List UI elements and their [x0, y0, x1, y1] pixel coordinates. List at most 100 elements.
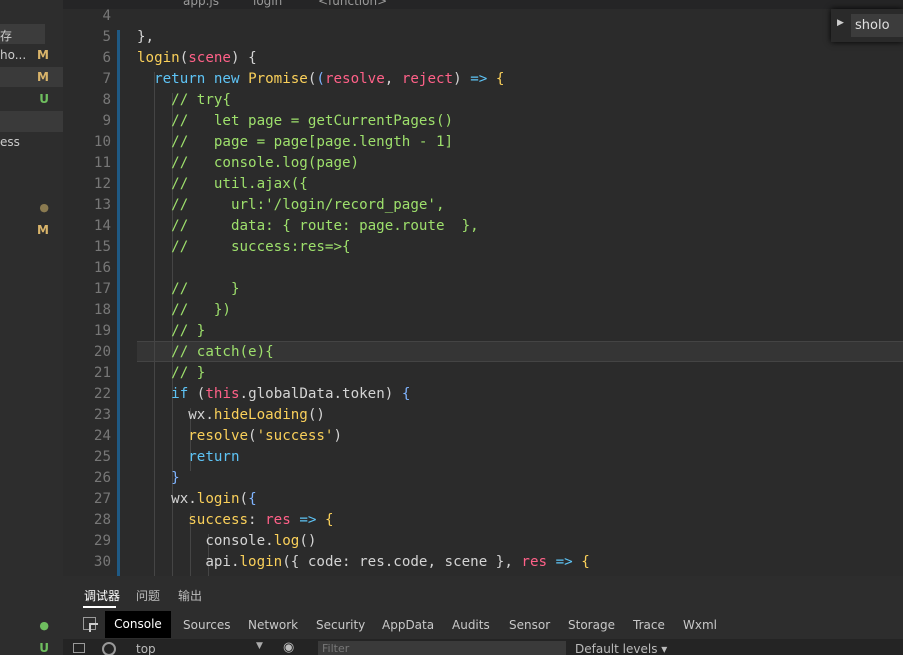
changed-file-item[interactable]: ho... M [0, 45, 63, 65]
code-text: // util.ajax({ [137, 174, 308, 195]
code-line[interactable]: 23 wx.hideLoading() [63, 405, 903, 426]
code-editor[interactable]: 4 5}, 6 login(scene) {7 return new Promise(… [63, 9, 903, 576]
code-line[interactable]: 7 return new Promise((resolve, reject) =… [63, 69, 903, 90]
tab-output[interactable]: 输出 [178, 587, 202, 604]
code-token: => [470, 71, 488, 87]
code-token: , [384, 71, 402, 87]
tab-appdata[interactable]: AppData [382, 618, 434, 632]
code-line[interactable]: 16 [63, 258, 903, 279]
file-status-badge: M [37, 223, 49, 237]
code-line[interactable]: 14 // data: { route: page.route }, [63, 216, 903, 237]
tab-debugger[interactable]: 调试器 [84, 587, 120, 604]
code-line[interactable]: 29 console.log() [63, 531, 903, 552]
changed-file-item[interactable]: ● [0, 198, 63, 218]
code-line[interactable]: 25 return [63, 447, 903, 468]
code-text: }, [137, 27, 154, 48]
code-line[interactable]: 30 api.login({ code: res.code, scene }, … [63, 552, 903, 573]
code-line[interactable]: 27 wx.login({ [63, 489, 903, 510]
code-token: return [188, 449, 240, 465]
code-line[interactable]: 5}, [63, 27, 903, 48]
breadcrumb-file[interactable]: app.js [183, 0, 219, 8]
line-number: 27 [93, 491, 111, 507]
code-line[interactable]: 24 resolve('success') [63, 426, 903, 447]
code-token: // }) [171, 302, 231, 318]
code-text: success: res => { [137, 510, 333, 531]
code-line[interactable]: 21 // } [63, 363, 903, 384]
context-dropdown-icon[interactable]: ▼ [256, 641, 263, 651]
sidebar-section-header[interactable] [0, 111, 63, 132]
tab-problems[interactable]: 问题 [136, 587, 160, 604]
line-number: 28 [93, 512, 111, 528]
code-line[interactable]: 15 // success:res=>{ [63, 237, 903, 258]
code-text: // url:'/login/record_page', [137, 195, 445, 216]
tab-trace[interactable]: Trace [633, 618, 665, 632]
code-token: ) { [230, 50, 257, 66]
code-line[interactable]: 6 login(scene) { [63, 48, 903, 69]
line-number: 6 [102, 50, 111, 66]
breadcrumb-function[interactable]: <function> [318, 0, 387, 8]
tab-storage[interactable]: Storage [568, 618, 615, 632]
code-token: // url:'/login/record_page', [171, 197, 445, 213]
find-input[interactable]: sholo [851, 14, 903, 37]
code-line[interactable]: 18 // }) [63, 300, 903, 321]
code-token: }, [137, 29, 155, 45]
code-token: } [171, 470, 180, 486]
expand-replace-icon[interactable]: ▶ [837, 18, 844, 28]
code-line[interactable]: 17 // } [63, 279, 903, 300]
breadcrumb-symbol[interactable]: login [253, 0, 282, 8]
code-token: success [188, 512, 249, 528]
toggle-sidebar-icon[interactable] [73, 643, 85, 653]
line-number: 24 [93, 428, 111, 444]
code-text: return new Promise((resolve, reject) => … [137, 69, 504, 90]
line-number: 13 [93, 197, 111, 213]
changed-file-item[interactable]: M [0, 67, 63, 87]
code-token: scene [188, 50, 231, 66]
tab-security[interactable]: Security [316, 618, 365, 632]
code-token: resolve [188, 428, 249, 444]
changed-file-item[interactable]: U [0, 638, 63, 655]
code-line[interactable]: 10 // page = page[page.length - 1] [63, 132, 903, 153]
tab-wxml[interactable]: Wxml [683, 618, 717, 632]
code-line[interactable]: 28 success: res => { [63, 510, 903, 531]
code-line[interactable]: 4 [63, 9, 903, 27]
changed-file-item[interactable]: M [0, 220, 63, 240]
code-line[interactable]: 9 // let page = getCurrentPages() [63, 111, 903, 132]
code-line[interactable]: 11 // console.log(page) [63, 153, 903, 174]
line-number: 30 [93, 554, 111, 570]
tab-sources[interactable]: Sources [183, 618, 230, 632]
code-line[interactable]: 19 // } [63, 321, 903, 342]
code-line[interactable]: 12 // util.ajax({ [63, 174, 903, 195]
code-line[interactable]: 26 } [63, 468, 903, 489]
code-token: => [555, 554, 573, 570]
tab-console[interactable]: Console [105, 611, 171, 638]
active-tab-underline [83, 606, 116, 608]
sidebar-save-label[interactable]: 存 [0, 24, 45, 44]
code-text: // page = page[page.length - 1] [137, 132, 453, 153]
code-text: api.login({ code: res.code, scene }, res… [137, 552, 589, 573]
live-expression-eye-icon[interactable]: ◉ [283, 640, 294, 655]
context-selector[interactable]: top [136, 642, 156, 655]
code-token: res [265, 512, 291, 528]
changed-file-item[interactable]: ● [0, 616, 63, 636]
code-line[interactable]: 20 // catch(e){ [63, 342, 903, 363]
tab-network[interactable]: Network [248, 618, 298, 632]
inspect-element-icon[interactable] [83, 617, 98, 632]
tab-sensor[interactable]: Sensor [509, 618, 550, 632]
filter-input[interactable]: Filter [318, 641, 566, 655]
changed-file-item[interactable]: U [0, 89, 63, 109]
code-line[interactable]: 8 // try{ [63, 90, 903, 111]
code-line[interactable]: 13 // url:'/login/record_page', [63, 195, 903, 216]
code-line[interactable]: 22 if (this.globalData.token) { [63, 384, 903, 405]
log-levels-dropdown[interactable]: Default levels ▾ [575, 642, 667, 655]
code-token: ) [333, 428, 343, 444]
changed-file-item[interactable]: ess [0, 132, 63, 152]
tab-audits[interactable]: Audits [452, 618, 490, 632]
clear-console-icon[interactable] [102, 642, 116, 655]
